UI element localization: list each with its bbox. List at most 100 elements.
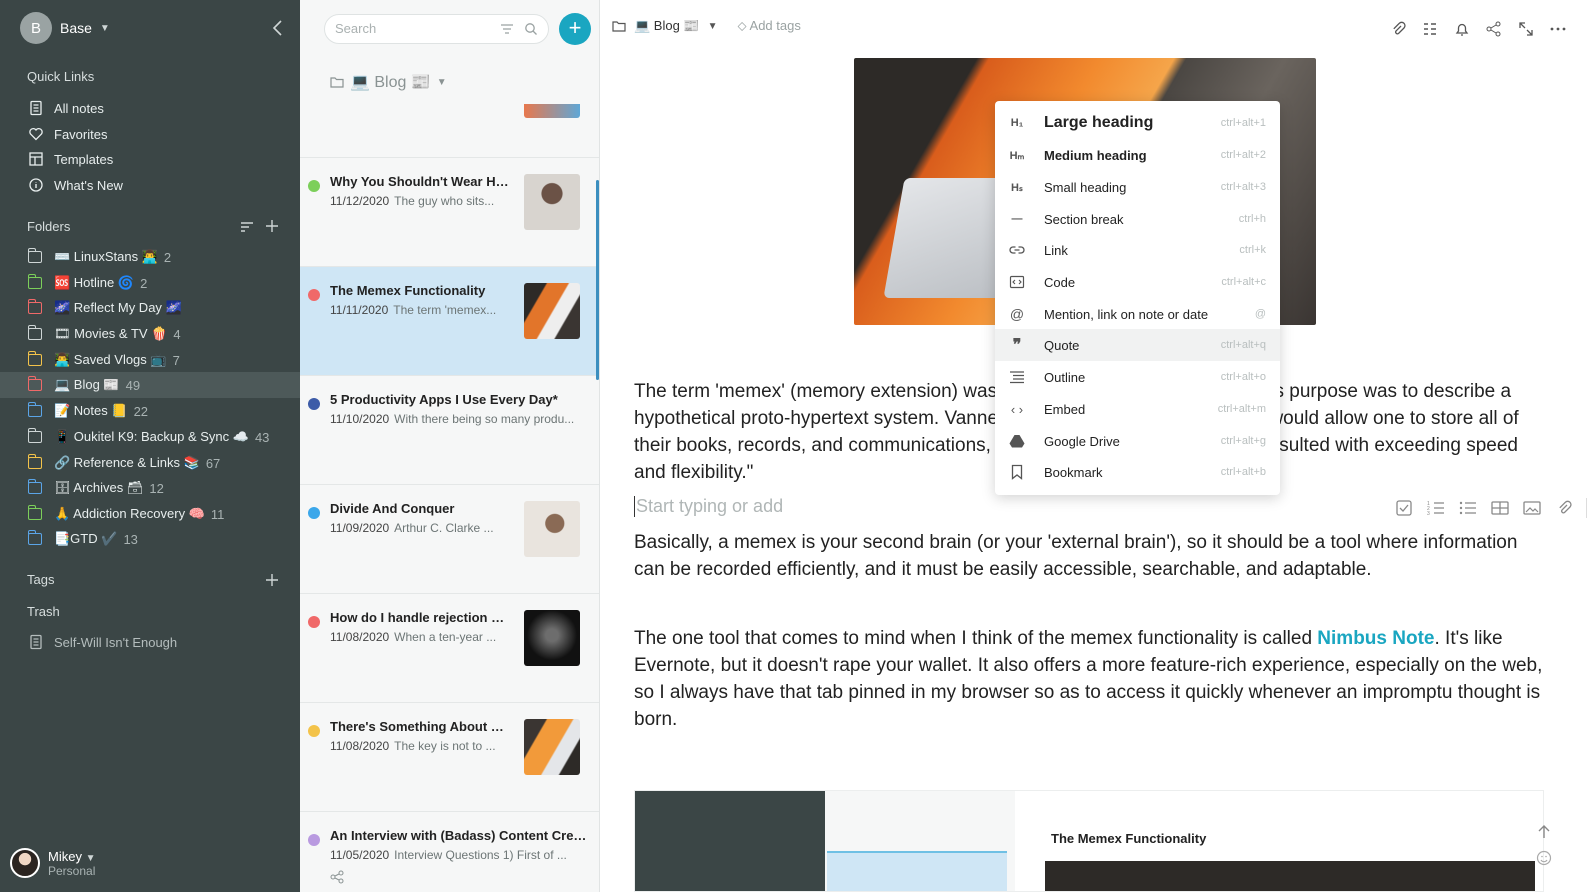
bullet-list-icon[interactable] <box>1458 498 1478 518</box>
table-icon[interactable] <box>1490 498 1510 518</box>
share-icon[interactable] <box>1485 20 1503 38</box>
folder-item[interactable]: 🗄 Archives 🗃 12 <box>0 475 300 501</box>
note-list-scrollbar[interactable] <box>596 180 599 380</box>
outline-view-icon[interactable] <box>1421 20 1439 38</box>
folder-item[interactable]: 🙏 Addiction Recovery 🧠 11 <box>0 501 300 527</box>
folder-count: 7 <box>172 352 180 368</box>
menu-item-label: Large heading <box>1044 114 1154 131</box>
more-options-icon[interactable] <box>1549 20 1567 38</box>
add-folder-icon[interactable] <box>264 218 280 234</box>
editor-toolbar <box>1389 20 1567 38</box>
note-date: 11/11/2020 <box>330 303 389 317</box>
filter-icon[interactable] <box>500 22 514 36</box>
tags-heading[interactable]: Tags <box>27 572 54 587</box>
note-title: There's Something About Bl... <box>330 719 510 734</box>
menu-item-large-heading[interactable]: H₁ Large heading ctrl+alt+1 <box>995 107 1280 139</box>
menu-item-label: Quote <box>1044 337 1080 353</box>
attachment-icon[interactable] <box>1389 20 1407 38</box>
menu-item-mention[interactable]: @ Mention, link on note or date @ <box>995 298 1280 330</box>
image-icon[interactable] <box>1522 498 1542 518</box>
add-note-button[interactable]: + <box>559 13 591 45</box>
note-item[interactable]: Why You Shouldn't Wear He... 11/12/2020 T… <box>300 158 599 267</box>
shared-icon <box>330 870 344 884</box>
folder-item[interactable]: ⌨️ LinuxStans 👨‍💻 2 <box>0 244 300 270</box>
paragraph-3[interactable]: The one tool that comes to mind when I t… <box>634 625 1544 733</box>
note-title: Divide And Conquer <box>330 501 455 516</box>
list-folder-selector[interactable]: 💻 Blog 📰 ▼ <box>330 72 447 92</box>
folder-item[interactable]: 👨‍💻 Saved Vlogs 📺 7 <box>0 347 300 373</box>
menu-item-google-drive[interactable]: Google Drive ctrl+alt+g <box>995 425 1280 457</box>
quick-link-whats-new[interactable]: What's New <box>0 172 300 198</box>
emoji-icon[interactable] <box>1536 850 1552 866</box>
add-tag-icon[interactable] <box>264 572 280 588</box>
collapse-sidebar-icon[interactable] <box>268 18 288 38</box>
quick-link-templates[interactable]: Templates <box>0 146 300 172</box>
note-color-dot <box>308 834 320 846</box>
menu-item-bookmark[interactable]: Bookmark ctrl+alt+b <box>995 456 1280 488</box>
note-thumbnail <box>524 610 580 666</box>
paragraph-2[interactable]: Basically, a memex is your second brain … <box>634 529 1544 583</box>
quote-icon: ❞ <box>1012 337 1022 354</box>
search-input[interactable]: Search <box>324 14 549 44</box>
sort-icon[interactable] <box>239 219 255 235</box>
menu-item-embed[interactable]: ‹ › Embed ctrl+alt+m <box>995 393 1280 425</box>
workspace-switcher[interactable]: B Base ▼ <box>20 12 110 44</box>
note-color-dot <box>308 289 320 301</box>
attachment-icon[interactable] <box>1554 498 1574 518</box>
note-item[interactable]: Divide And Conquer 11/09/2020 Arthur C. C… <box>300 485 599 594</box>
caret-down-icon[interactable]: ▼ <box>708 21 718 32</box>
note-item[interactable]: 5 Productivity Apps I Use Every Day* 11/… <box>300 376 599 485</box>
editor-placeholder[interactable]: Start typing or add <box>634 496 783 517</box>
menu-item-small-heading[interactable]: Hₛ Small heading ctrl+alt+3 <box>995 171 1280 203</box>
menu-item-medium-heading[interactable]: Hₘ Medium heading ctrl+alt+2 <box>995 139 1280 171</box>
user-avatar <box>10 848 40 878</box>
note-icon <box>30 634 42 650</box>
quick-link-favorites[interactable]: Favorites <box>0 121 300 147</box>
search-icon[interactable] <box>524 22 538 36</box>
menu-item-link[interactable]: Link ctrl+k <box>995 234 1280 266</box>
trash-item[interactable]: Self-Will Isn't Enough <box>0 629 300 655</box>
menu-item-label: Bookmark <box>1044 464 1103 480</box>
folder-icon <box>27 428 42 443</box>
menu-item-quote[interactable]: ❞ Quote ctrl+alt+q <box>995 329 1280 361</box>
reminder-bell-icon[interactable] <box>1453 20 1471 38</box>
note-title: How do I handle rejection an... <box>330 610 510 625</box>
info-icon <box>29 178 43 192</box>
menu-item-label: Code <box>1044 274 1076 290</box>
user-menu[interactable]: Mikey ▼ Personal <box>10 848 95 878</box>
trash-item-label: Self-Will Isn't Enough <box>54 634 178 650</box>
embedded-sidebar <box>635 791 825 891</box>
folder-item[interactable]: 🌌 Reflect My Day 🌌 <box>0 295 300 321</box>
menu-item-section-break[interactable]: — Section break ctrl+h <box>995 203 1280 235</box>
note-preview: The guy who sits... <box>394 194 495 208</box>
folder-item[interactable]: 🆘 Hotline 🌀 2 <box>0 270 300 296</box>
menu-item-code[interactable]: Code ctrl+alt+c <box>995 266 1280 298</box>
folder-item[interactable]: 📑GTD ✔️ 13 <box>0 526 300 552</box>
note-date: 11/09/2020 <box>330 521 390 535</box>
embedded-active-note <box>827 851 1007 891</box>
folder-item[interactable]: 📝 Notes 📒 22 <box>0 398 300 424</box>
note-folder-label[interactable]: 💻 Blog 📰 <box>634 18 700 34</box>
user-plan: Personal <box>48 863 96 878</box>
folder-count: 22 <box>133 403 149 419</box>
folder-item[interactable]: 🔗 Reference & Links 📚 67 <box>0 450 300 476</box>
checkbox-icon[interactable] <box>1394 498 1414 518</box>
folder-item[interactable]: 📱 Oukitel K9: Backup & Sync ☁️ 43 <box>0 424 300 450</box>
folder-item-active[interactable]: 💻 Blog 📰 49 <box>0 372 300 398</box>
nimbus-note-link[interactable]: Nimbus Note <box>1317 628 1434 649</box>
menu-item-outline[interactable]: Outline ctrl+alt+o <box>995 361 1280 393</box>
folder-item[interactable]: 🎞 Movies & TV 🍿 4 <box>0 321 300 347</box>
note-item[interactable]: An Interview with (Badass) Content Creat… <box>300 812 599 892</box>
arrow-up-icon[interactable] <box>1536 824 1552 840</box>
folder-label: ⌨️ LinuxStans 👨‍💻 <box>54 249 158 264</box>
note-item-active[interactable]: The Memex Functionality 11/11/2020 The te… <box>300 267 599 376</box>
trash-heading[interactable]: Trash <box>27 604 60 619</box>
note-item[interactable]: How do I handle rejection an... 11/08/20… <box>300 594 599 703</box>
quick-link-all-notes[interactable]: All notes <box>0 95 300 121</box>
menu-item-label: Medium heading <box>1044 147 1147 163</box>
folder-label: 👨‍💻 Saved Vlogs 📺 <box>54 352 167 367</box>
fullscreen-icon[interactable] <box>1517 20 1535 38</box>
note-item[interactable]: There's Something About Bl... 11/08/2020… <box>300 703 599 812</box>
add-tags-button[interactable]: ⬦ Add tags <box>738 18 801 34</box>
numbered-list-icon[interactable]: 123 <box>1426 498 1446 518</box>
